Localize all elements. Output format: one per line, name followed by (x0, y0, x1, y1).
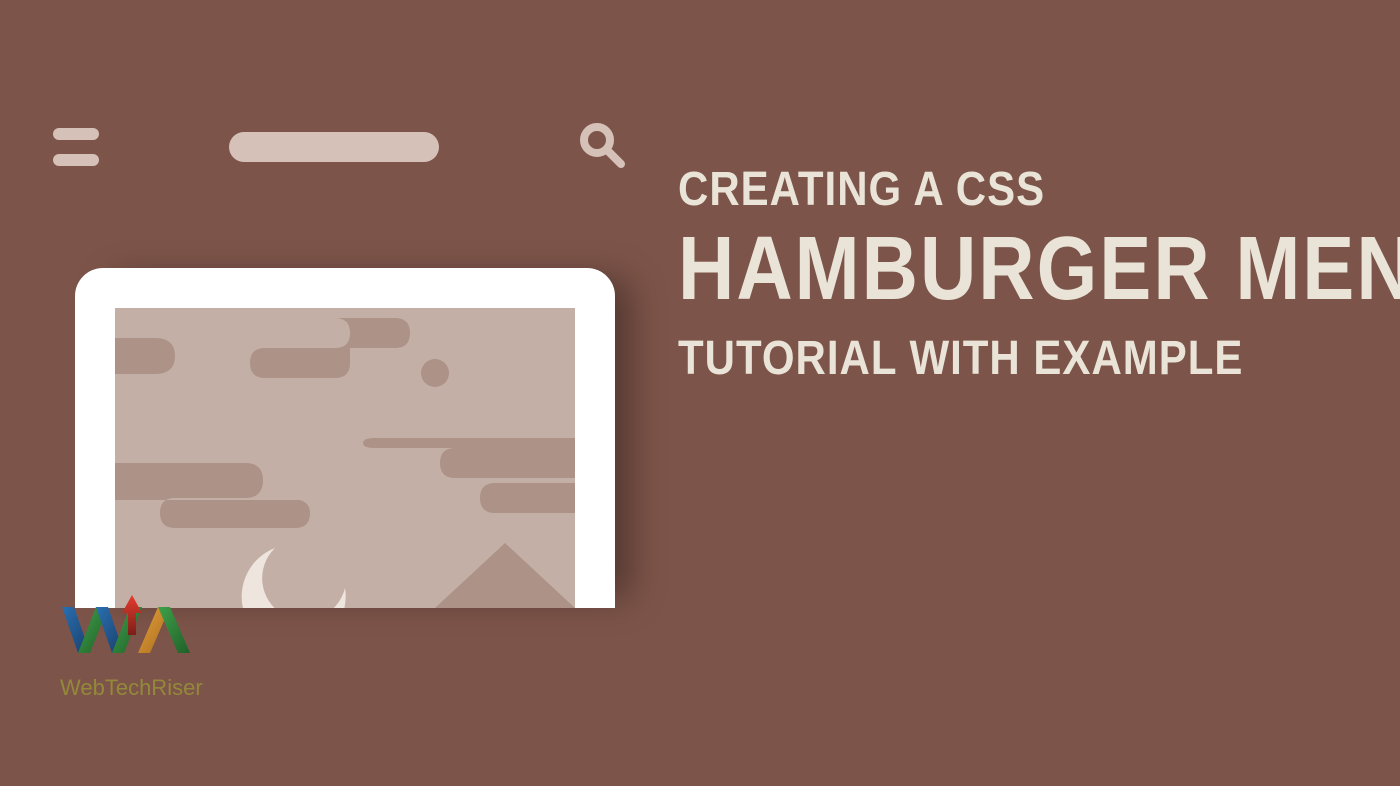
image-card (75, 268, 615, 608)
search-icon (577, 120, 625, 173)
search-pill (229, 132, 439, 162)
mockup-illustration (45, 120, 645, 608)
logo-text: WebTechRiser (60, 675, 203, 701)
heading-block: CREATING A CSS HAMBURGER MENU: TUTORIAL … (678, 165, 1400, 382)
placeholder-image-icon (115, 308, 575, 608)
logo-icon (60, 595, 200, 665)
heading-subtitle: TUTORIAL WITH EXAMPLE (678, 330, 1400, 385)
mockup-toolbar (45, 120, 645, 173)
heading-title: HAMBURGER MENU: (678, 216, 1400, 321)
hamburger-icon (53, 128, 99, 166)
brand-logo: WebTechRiser (60, 595, 203, 701)
heading-pretitle: CREATING A CSS (678, 161, 1400, 216)
